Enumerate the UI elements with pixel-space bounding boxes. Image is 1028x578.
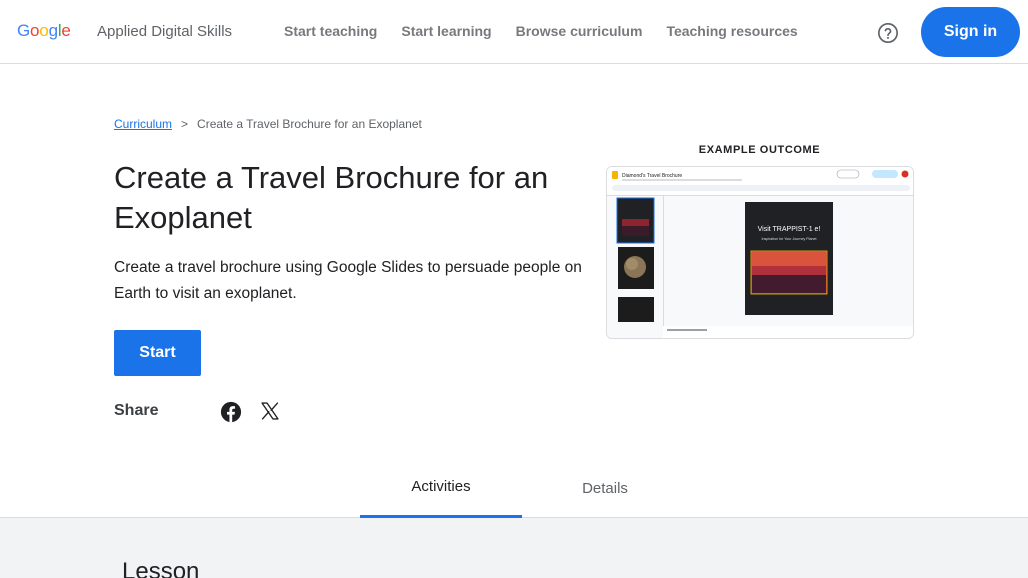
logo-letter: e [61, 21, 71, 40]
lesson-description: Create a travel brochure using Google Sl… [114, 259, 582, 302]
help-circle-icon[interactable] [877, 22, 899, 44]
x-icon[interactable] [260, 401, 280, 421]
nav-browse-curriculum[interactable]: Browse curriculum [516, 23, 643, 39]
lesson-tabs: Activities Details [0, 458, 1028, 518]
example-outcome-label: EXAMPLE OUTCOME [698, 144, 821, 156]
breadcrumb-separator: > [181, 117, 189, 131]
logo-letter: o [39, 21, 49, 40]
product-name[interactable]: Applied Digital Skills [97, 23, 232, 40]
nav-start-teaching[interactable]: Start teaching [284, 23, 377, 39]
example-outcome-image[interactable]: Diamond's Travel Brochure Visit TRAPPIST… [606, 166, 914, 339]
logo-letter: g [48, 21, 58, 40]
slide-subtitle-text: Inspiration for Your Journey Planet [762, 237, 817, 241]
doc-title-text: Diamond's Travel Brochure [622, 173, 682, 179]
main-nav: Start teaching Start learning Browse cur… [284, 23, 822, 39]
breadcrumb-curriculum-link[interactable]: Curriculum [114, 117, 172, 131]
facebook-icon[interactable] [220, 401, 242, 423]
slides-logo-icon [612, 171, 618, 179]
slide-title-text: Visit TRAPPIST-1 e! [758, 226, 821, 233]
logo-letter: o [30, 21, 40, 40]
nav-teaching-resources[interactable]: Teaching resources [666, 23, 797, 39]
breadcrumb-current: Create a Travel Brochure for an Exoplane… [197, 117, 422, 131]
share-label: Share [114, 402, 159, 419]
slides-screenshot: Diamond's Travel Brochure Visit TRAPPIST… [607, 167, 913, 338]
tab-activities[interactable]: Activities [360, 458, 522, 518]
google-logo[interactable]: Google [17, 21, 71, 41]
breadcrumb: Curriculum > Create a Travel Brochure fo… [114, 117, 422, 131]
sign-in-button[interactable]: Sign in [921, 7, 1020, 57]
section-heading: Lesson [122, 558, 200, 578]
tab-details[interactable]: Details [524, 458, 686, 518]
site-header: Google Applied Digital Skills Start teac… [0, 0, 1028, 64]
nav-start-learning[interactable]: Start learning [401, 23, 491, 39]
logo-letter: G [17, 21, 31, 40]
lesson-title: Create a Travel Brochure for an Exoplane… [114, 160, 549, 235]
start-button[interactable]: Start [114, 330, 201, 376]
